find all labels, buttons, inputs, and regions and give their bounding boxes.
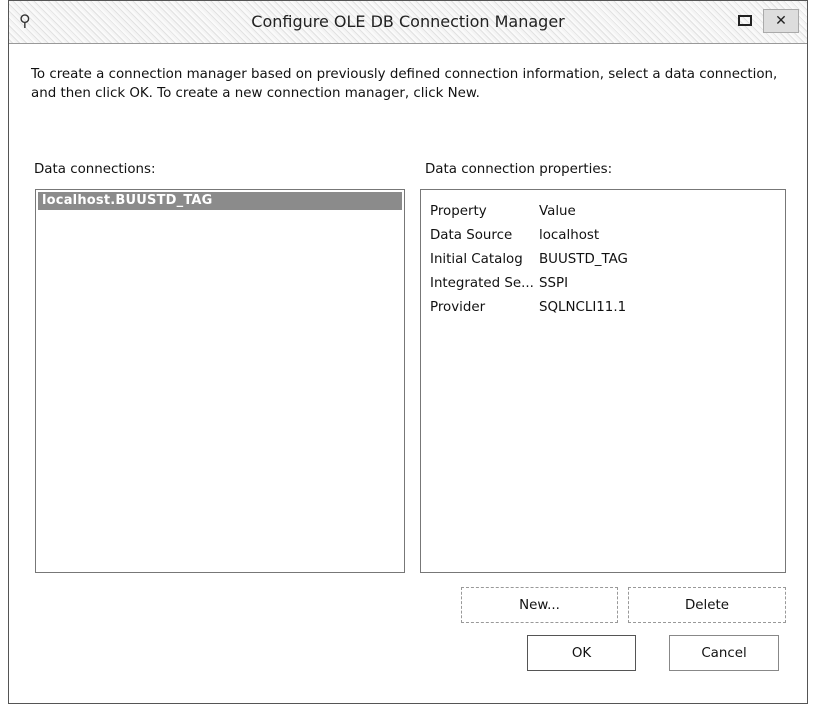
property-value: localhost [539,228,600,243]
new-button[interactable]: New... [461,587,618,623]
dialog-window: ⚲ Configure OLE DB Connection Manager ✕ … [8,0,808,704]
value-column-header: Value [539,204,576,219]
maximize-button[interactable] [733,9,757,31]
window-controls: ✕ [733,9,799,33]
property-name: Initial Catalog [430,252,523,267]
property-value: BUUSTD_TAG [539,252,628,267]
instructions-text: To create a connection manager based on … [31,67,778,101]
list-item[interactable]: localhost.BUUSTD_TAG [38,192,402,210]
property-value: SSPI [539,276,569,291]
delete-button[interactable]: Delete [628,587,786,623]
table-row[interactable]: Provider SQLNCLI11.1 [421,296,785,320]
property-name: Integrated Se... [430,276,534,291]
properties-grid[interactable]: Property Value Data Source localhost Ini… [420,189,786,573]
property-name: Provider [430,300,486,315]
property-column-header: Property [430,204,487,219]
table-row[interactable]: Data Source localhost [421,224,785,248]
ok-button[interactable]: OK [527,635,636,671]
title-bar[interactable]: ⚲ Configure OLE DB Connection Manager ✕ [9,1,807,44]
property-value: SQLNCLI11.1 [539,300,627,315]
close-icon: ✕ [775,13,787,29]
window-title: Configure OLE DB Connection Manager [251,12,565,31]
close-button[interactable]: ✕ [763,9,799,33]
table-row[interactable]: Integrated Se... SSPI [421,272,785,296]
data-connections-list[interactable]: localhost.BUUSTD_TAG [35,189,405,573]
properties-header-row: Property Value [421,200,785,224]
property-name: Data Source [430,228,513,243]
maximize-icon [738,14,752,26]
table-row[interactable]: Initial Catalog BUUSTD_TAG [421,248,785,272]
data-connections-label: Data connections: [34,162,156,177]
properties-label: Data connection properties: [425,162,613,177]
cancel-button[interactable]: Cancel [669,635,779,671]
